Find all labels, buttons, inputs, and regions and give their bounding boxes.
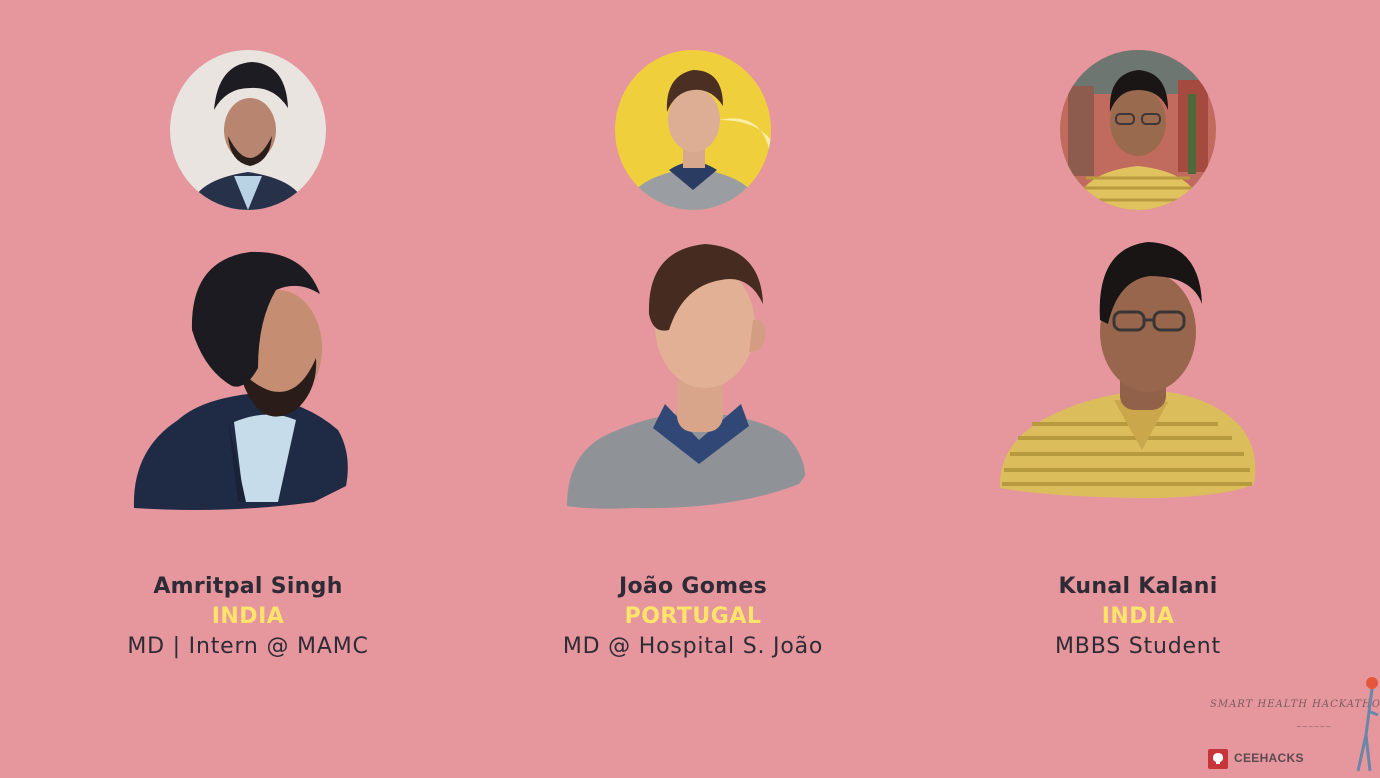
kunal-avatar <box>1060 50 1216 210</box>
member-role: MBBS Student <box>1055 634 1221 659</box>
organizer-name: CEEHACKS <box>1234 751 1304 765</box>
joao-avatar-icon <box>615 50 771 210</box>
member-country: INDIA <box>1101 604 1175 629</box>
kunal-avatar-icon <box>1060 50 1216 210</box>
hackathon-branding: SMART HEALTH HACKATHON ~~~~~~ CEEHACKS <box>1200 675 1380 778</box>
joao-avatar <box>615 50 771 210</box>
member-role: MD | Intern @ MAMC <box>127 634 369 659</box>
team-member-card-amritpal: Amritpal Singh INDIA MD | Intern @ MAMC <box>48 0 448 700</box>
member-name: Amritpal Singh <box>153 574 343 599</box>
team-member-card-joao: João Gomes PORTUGAL MD @ Hospital S. Joã… <box>493 0 893 700</box>
member-country: INDIA <box>211 604 285 629</box>
member-country: PORTUGAL <box>624 604 762 629</box>
team-member-card-kunal: Kunal Kalani INDIA MBBS Student <box>938 0 1338 700</box>
joao-photo-icon <box>567 240 813 515</box>
member-name: João Gomes <box>618 574 768 599</box>
amritpal-avatar-icon <box>170 50 326 210</box>
member-role: MD @ Hospital S. João <box>562 634 824 659</box>
member-name: Kunal Kalani <box>1058 574 1218 599</box>
ceehacks-logo-icon <box>1208 749 1228 769</box>
doodle-figure-icon <box>1352 675 1380 775</box>
event-subtitle-scribble: ~~~~~~ <box>1296 723 1332 731</box>
amritpal-photo-icon <box>128 240 368 515</box>
kunal-photo-icon <box>999 240 1258 515</box>
amritpal-avatar <box>170 50 326 210</box>
